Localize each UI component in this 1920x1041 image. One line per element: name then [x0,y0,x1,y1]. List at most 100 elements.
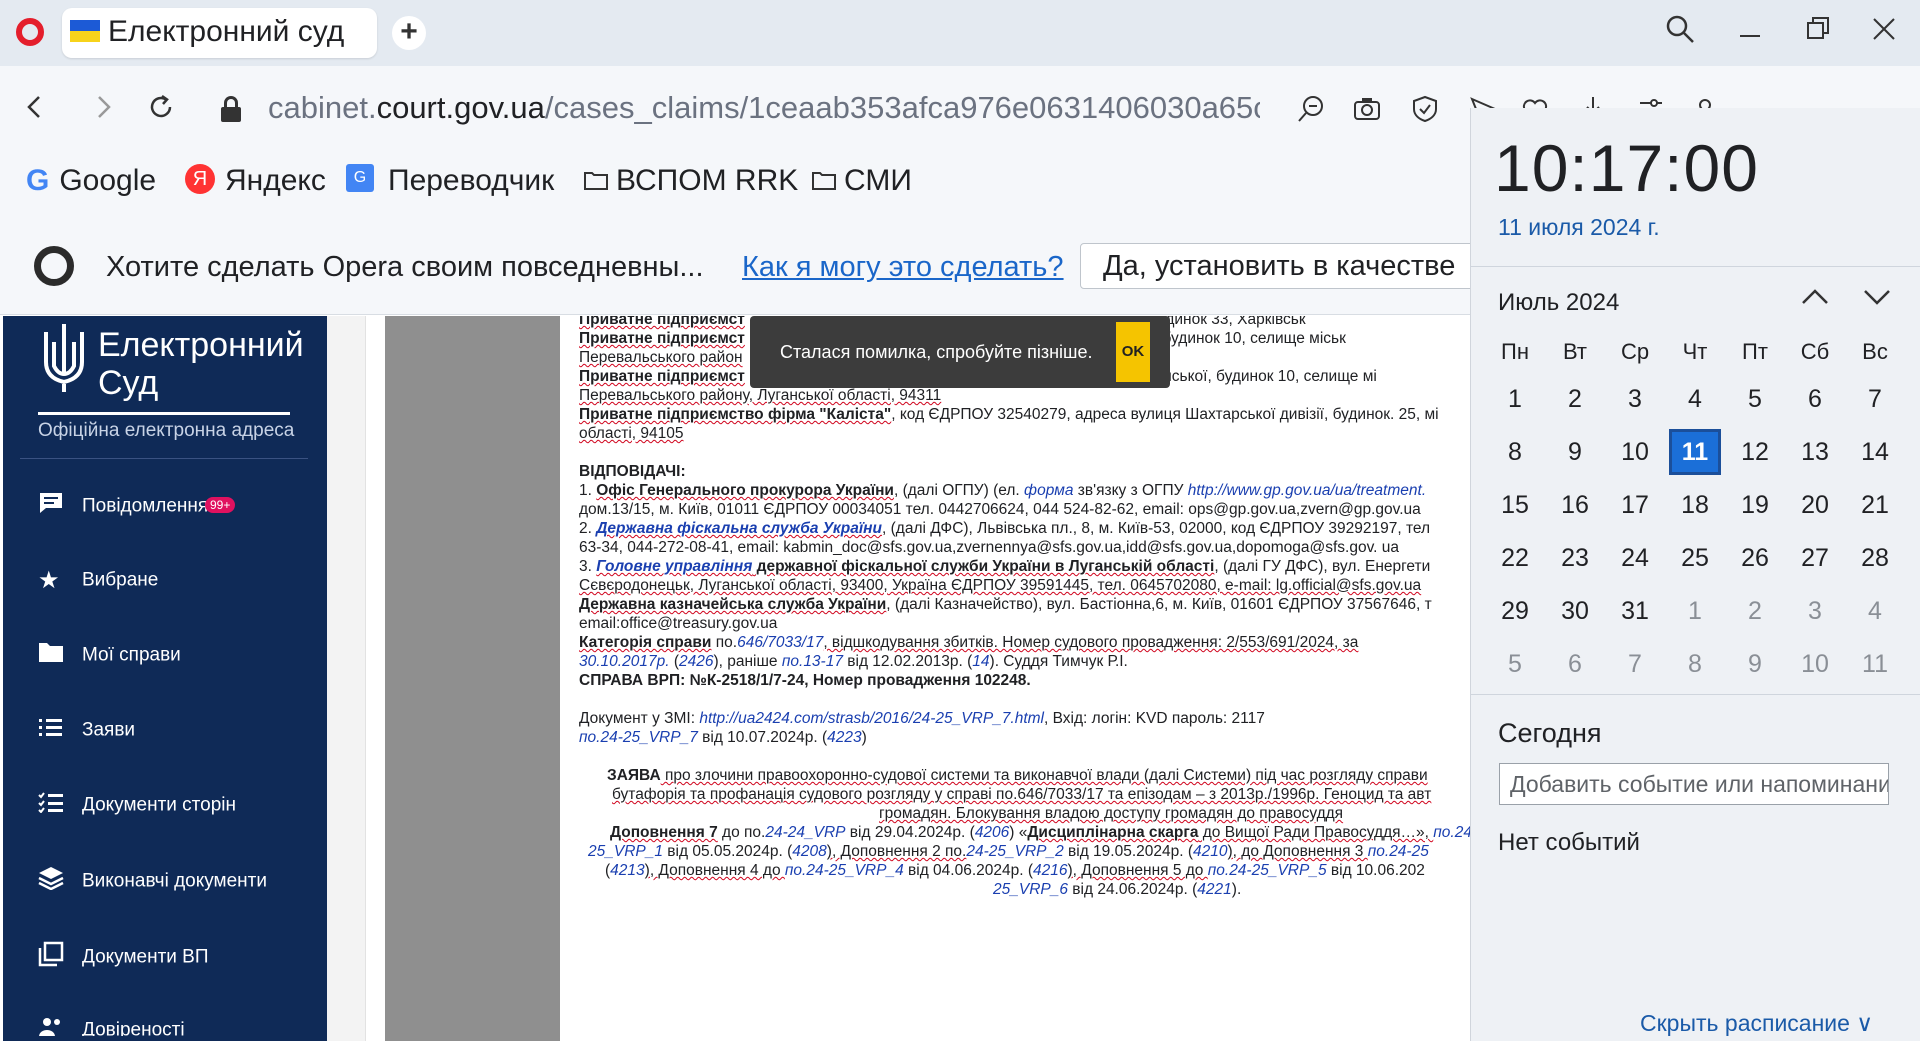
search-tabs-icon[interactable] [1660,14,1700,52]
calendar-day[interactable]: 9 [1729,641,1781,687]
snapshot-camera-icon[interactable] [1352,94,1382,131]
calendar-day[interactable]: 23 [1549,535,1601,581]
doc-link[interactable]: 646/7033/17 [737,634,823,651]
calendar-day[interactable]: 3 [1609,376,1661,422]
calendar-day[interactable]: 8 [1669,641,1721,687]
doc-link[interactable]: по.24-25_VRP_4 [785,862,904,879]
calendar-day[interactable]: 2 [1729,588,1781,634]
calendar-day[interactable]: 3 [1789,588,1841,634]
sidebar-item-party-documents[interactable]: Документи сторін [38,791,236,820]
sidebar-item-powers-of-attorney[interactable]: Довіреності [38,1016,185,1036]
calendar-day[interactable]: 31 [1609,588,1661,634]
bookmark-translator[interactable]: G Переводчик [346,164,554,198]
calendar-day[interactable]: 29 [1489,588,1541,634]
doc-link[interactable]: 4210 [1193,843,1227,860]
calendar-day[interactable]: 11 [1849,641,1901,687]
bookmark-folder-vspom[interactable]: ВСПОМ RRK [584,164,798,198]
calendar-day[interactable]: 1 [1669,588,1721,634]
close-window-icon[interactable] [1864,14,1904,52]
doc-link[interactable]: по.13-17 [782,653,843,670]
doc-link[interactable]: 4206 [975,824,1009,841]
bookmark-google[interactable]: G Google [26,164,156,198]
sidebar-item-vp-documents[interactable]: Документи ВП [38,941,209,974]
calendar-day[interactable]: 16 [1549,482,1601,528]
sidebar-item-favorites[interactable]: ★ Вибране [38,566,158,595]
hide-schedule-link[interactable]: Скрыть расписание ∨ [1640,1010,1873,1037]
calendar-day[interactable]: 7 [1849,376,1901,422]
calendar-day[interactable]: 10 [1609,429,1661,475]
calendar-day[interactable]: 17 [1609,482,1661,528]
doc-link[interactable]: 4223 [827,729,861,746]
restore-icon[interactable] [1798,14,1838,52]
doc-link[interactable]: форма [1024,482,1073,499]
calendar-day[interactable]: 4 [1669,376,1721,422]
calendar-day[interactable]: 12 [1729,429,1781,475]
sidebar-item-notifications[interactable]: Повідомлення [38,491,208,522]
calendar-day[interactable]: 5 [1489,641,1541,687]
adblock-shield-icon[interactable] [1410,94,1440,131]
lock-icon[interactable] [221,96,241,122]
sidebar-item-claims[interactable]: Заяви [38,716,135,745]
sidebar-item-executive-documents[interactable]: Виконавчі документи [38,866,267,897]
doc-link[interactable]: 30.10.2017р. [579,653,670,670]
doc-link[interactable]: http://www.gp.gov.ua/ua/treatment. [1188,482,1426,499]
calendar-day[interactable]: 27 [1789,535,1841,581]
calendar-day[interactable]: 19 [1729,482,1781,528]
bookmark-yandex[interactable]: Я Яндекс [185,164,326,198]
minimize-icon[interactable] [1730,14,1770,52]
calendar-day[interactable]: 24 [1609,535,1661,581]
calendar-day[interactable]: 20 [1789,482,1841,528]
calendar-day[interactable]: 14 [1849,429,1901,475]
doc-link[interactable]: 24-25_VRP_2 [966,843,1063,860]
reload-icon[interactable] [146,92,176,130]
doc-link[interactable]: 24-24_VRP [765,824,845,841]
doc-link[interactable]: по.24-25 [1433,824,1470,841]
doc-link[interactable]: 4208 [792,843,826,860]
calendar-day[interactable]: 26 [1729,535,1781,581]
doc-link[interactable]: по.24-25 [1368,843,1429,860]
opera-menu-icon[interactable] [16,18,44,46]
calendar-day[interactable]: 25 [1669,535,1721,581]
calendar-day[interactable]: 28 [1849,535,1901,581]
calendar-month-title[interactable]: Июль 2024 [1498,289,1619,317]
calendar-day[interactable]: 4 [1849,588,1901,634]
banner-how-link[interactable]: Как я могу это сделать? [742,251,1064,284]
find-in-page-icon[interactable] [1296,94,1326,131]
calendar-day-today[interactable]: 11 [1669,429,1721,475]
back-icon[interactable] [22,92,48,130]
url-field[interactable]: cabinet.court.gov.ua/cases_claims/1ceaab… [268,90,1260,126]
doc-link[interactable]: 4213 [610,862,644,879]
doc-link[interactable]: по.24-25_VRP_7 [579,729,698,746]
bookmark-folder-smi[interactable]: СМИ [812,164,912,198]
doc-link[interactable]: 25_VRP_6 [993,881,1068,898]
calendar-day[interactable]: 15 [1489,482,1541,528]
calendar-day[interactable]: 6 [1789,376,1841,422]
calendar-day[interactable]: 8 [1489,429,1541,475]
clock-date[interactable]: 11 июля 2024 г. [1498,214,1660,241]
chevron-down-icon[interactable] [1862,286,1892,314]
set-default-button[interactable]: Да, установить в качестве [1080,243,1480,289]
calendar-day[interactable]: 18 [1669,482,1721,528]
doc-link[interactable]: 14 [972,653,989,670]
calendar-day[interactable]: 1 [1489,376,1541,422]
doc-link[interactable]: 2426 [679,653,713,670]
doc-link[interactable]: 4221 [1197,881,1231,898]
doc-link[interactable]: Головне управління [596,558,752,575]
doc-link[interactable]: 25_VRP_1 [588,843,663,860]
calendar-day[interactable]: 9 [1549,429,1601,475]
calendar-day[interactable]: 22 [1489,535,1541,581]
sidebar-item-my-cases[interactable]: Мої справи [38,641,181,670]
calendar-day[interactable]: 5 [1729,376,1781,422]
doc-link[interactable]: 4216 [1033,862,1067,879]
add-event-input[interactable]: Добавить событие или напоминание [1499,763,1889,805]
toast-ok-button[interactable]: OK [1116,322,1150,382]
calendar-day[interactable]: 21 [1849,482,1901,528]
forward-icon[interactable] [90,92,116,130]
calendar-day[interactable]: 10 [1789,641,1841,687]
calendar-day[interactable]: 6 [1549,641,1601,687]
doc-link[interactable]: Державна фіскальна служба України [596,520,882,537]
doc-link[interactable]: по.24-25_VRP_5 [1208,862,1327,879]
calendar-day[interactable]: 2 [1549,376,1601,422]
new-tab-button[interactable]: + [392,16,426,50]
chevron-up-icon[interactable] [1800,286,1830,314]
